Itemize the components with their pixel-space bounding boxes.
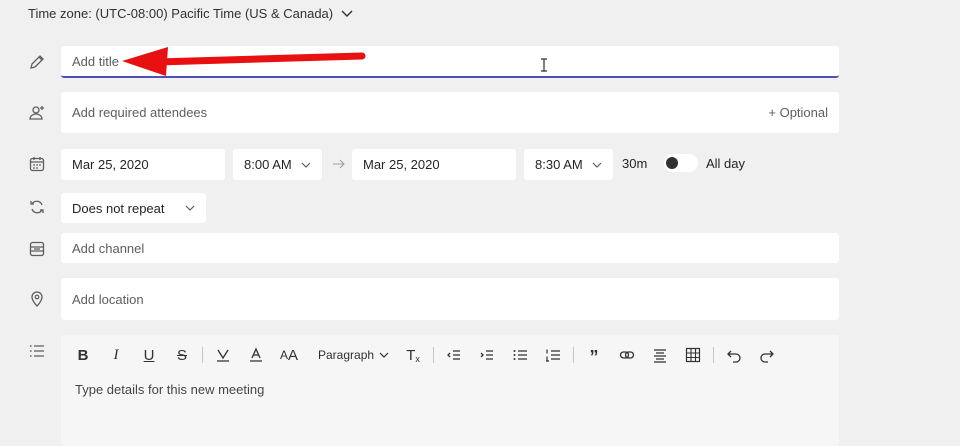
font-color-icon[interactable] (246, 345, 266, 365)
arrow-right-icon (333, 159, 345, 169)
numbered-list-icon[interactable] (543, 345, 563, 365)
toolbar-divider (713, 347, 715, 363)
link-icon[interactable] (617, 345, 637, 365)
chevron-down-icon (592, 162, 602, 168)
timezone-label: Time zone: (UTC-08:00) Pacific Time (US … (28, 6, 334, 21)
highlight-icon[interactable] (213, 345, 233, 365)
toolbar-divider (202, 347, 203, 363)
toggle-knob (666, 157, 678, 169)
strikethrough-icon[interactable]: S (172, 345, 192, 365)
redo-icon[interactable] (757, 345, 777, 365)
underline-icon[interactable]: U (139, 345, 159, 365)
calendar-icon (29, 157, 45, 172)
add-person-icon (29, 106, 44, 120)
title-placeholder: Add title (72, 53, 119, 69)
details-editor[interactable]: B I U S AA Paragraph Tx ” Type details f… (61, 335, 839, 446)
all-day-toggle[interactable] (664, 154, 698, 172)
channel-icon (29, 241, 45, 257)
table-icon[interactable] (683, 345, 703, 365)
chevron-down-icon (341, 10, 353, 17)
channel-placeholder: Add channel (72, 240, 145, 256)
start-time-value: 8:00 AM (244, 157, 292, 172)
all-day-label: All day (706, 156, 746, 171)
paragraph-label: Paragraph (318, 348, 375, 362)
start-time-picker[interactable]: 8:00 AM (233, 149, 322, 180)
details-placeholder: Type details for this new meeting (75, 382, 265, 397)
quote-icon[interactable]: ” (584, 343, 604, 368)
details-list-icon (29, 345, 44, 357)
location-input[interactable]: Add location (61, 278, 839, 320)
increase-indent-icon[interactable] (477, 345, 497, 365)
end-time-value: 8:30 AM (535, 157, 583, 172)
repeat-dropdown[interactable]: Does not repeat (61, 193, 206, 223)
bold-icon[interactable]: B (73, 345, 93, 365)
align-icon[interactable] (650, 345, 670, 365)
end-time-picker[interactable]: 8:30 AM (524, 149, 613, 180)
attendees-placeholder: Add required attendees (72, 105, 208, 120)
undo-icon[interactable] (724, 345, 744, 365)
bulleted-list-icon[interactable] (510, 345, 530, 365)
optional-attendees-link[interactable]: + Optional (768, 105, 828, 120)
repeat-icon (30, 200, 44, 214)
decrease-indent-icon[interactable] (444, 345, 464, 365)
clear-formatting-icon[interactable]: Tx (403, 345, 423, 365)
text-cursor-icon (541, 58, 547, 72)
channel-input[interactable]: Add channel (61, 233, 839, 263)
pencil-icon (30, 55, 44, 69)
italic-icon[interactable]: I (106, 345, 126, 365)
annotation-arrow-icon (122, 47, 366, 76)
chevron-down-icon (301, 162, 311, 168)
chevron-down-icon (185, 205, 195, 211)
font-size-icon[interactable]: AA (279, 345, 299, 365)
start-date-picker[interactable]: Mar 25, 2020 (61, 149, 225, 180)
timezone-selector[interactable]: Time zone: (UTC-08:00) Pacific Time (US … (28, 6, 353, 21)
duration-label: 30m (622, 156, 648, 171)
end-date-value: Mar 25, 2020 (363, 157, 440, 172)
chevron-down-icon (379, 352, 389, 358)
location-placeholder: Add location (72, 291, 144, 307)
toolbar-divider (573, 347, 575, 363)
repeat-value: Does not repeat (72, 200, 165, 216)
location-pin-icon (31, 291, 43, 307)
end-date-picker[interactable]: Mar 25, 2020 (352, 149, 516, 180)
toolbar-divider (433, 347, 435, 363)
attendees-input[interactable]: Add required attendees + Optional (61, 92, 839, 133)
formatting-toolbar: B I U S AA Paragraph Tx ” (73, 343, 790, 368)
paragraph-style-dropdown[interactable]: Paragraph (318, 348, 389, 362)
start-date-value: Mar 25, 2020 (72, 157, 149, 172)
